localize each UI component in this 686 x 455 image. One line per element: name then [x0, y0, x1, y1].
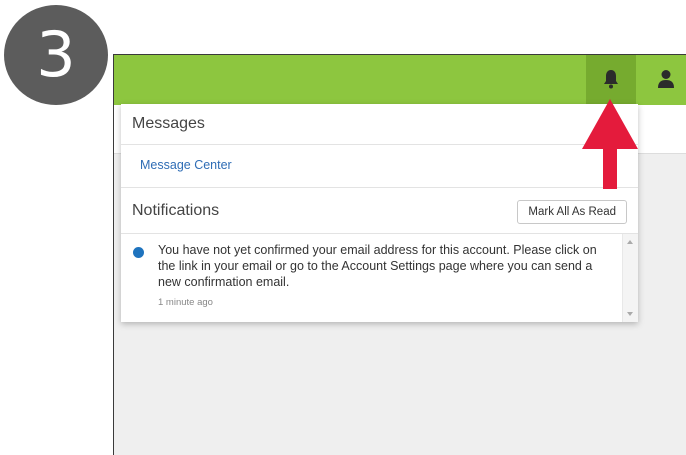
- section-divider: [121, 187, 638, 188]
- user-menu-button[interactable]: [646, 55, 686, 105]
- user-icon: [658, 70, 674, 88]
- messages-header: Messages: [121, 104, 638, 145]
- notification-timestamp: 1 minute ago: [158, 297, 213, 308]
- notifications-scrollbar[interactable]: [622, 234, 638, 322]
- scroll-up-icon[interactable]: [627, 240, 633, 244]
- messages-title: Messages: [132, 115, 205, 132]
- mark-all-as-read-button[interactable]: Mark All As Read: [517, 200, 627, 224]
- notifications-dropdown: Messages Message Center Notifications Ma…: [121, 104, 638, 322]
- unread-dot-icon: [133, 247, 144, 258]
- message-center-link[interactable]: Message Center: [140, 158, 232, 172]
- notifications-title: Notifications: [132, 202, 220, 219]
- bell-icon: [604, 70, 618, 89]
- pointer-arrow-icon: [582, 99, 638, 189]
- notification-text: You have not yet confirmed your email ad…: [158, 243, 597, 289]
- step-number-badge: 3: [4, 5, 108, 105]
- scroll-down-icon[interactable]: [627, 312, 633, 316]
- notifications-divider: [121, 233, 638, 234]
